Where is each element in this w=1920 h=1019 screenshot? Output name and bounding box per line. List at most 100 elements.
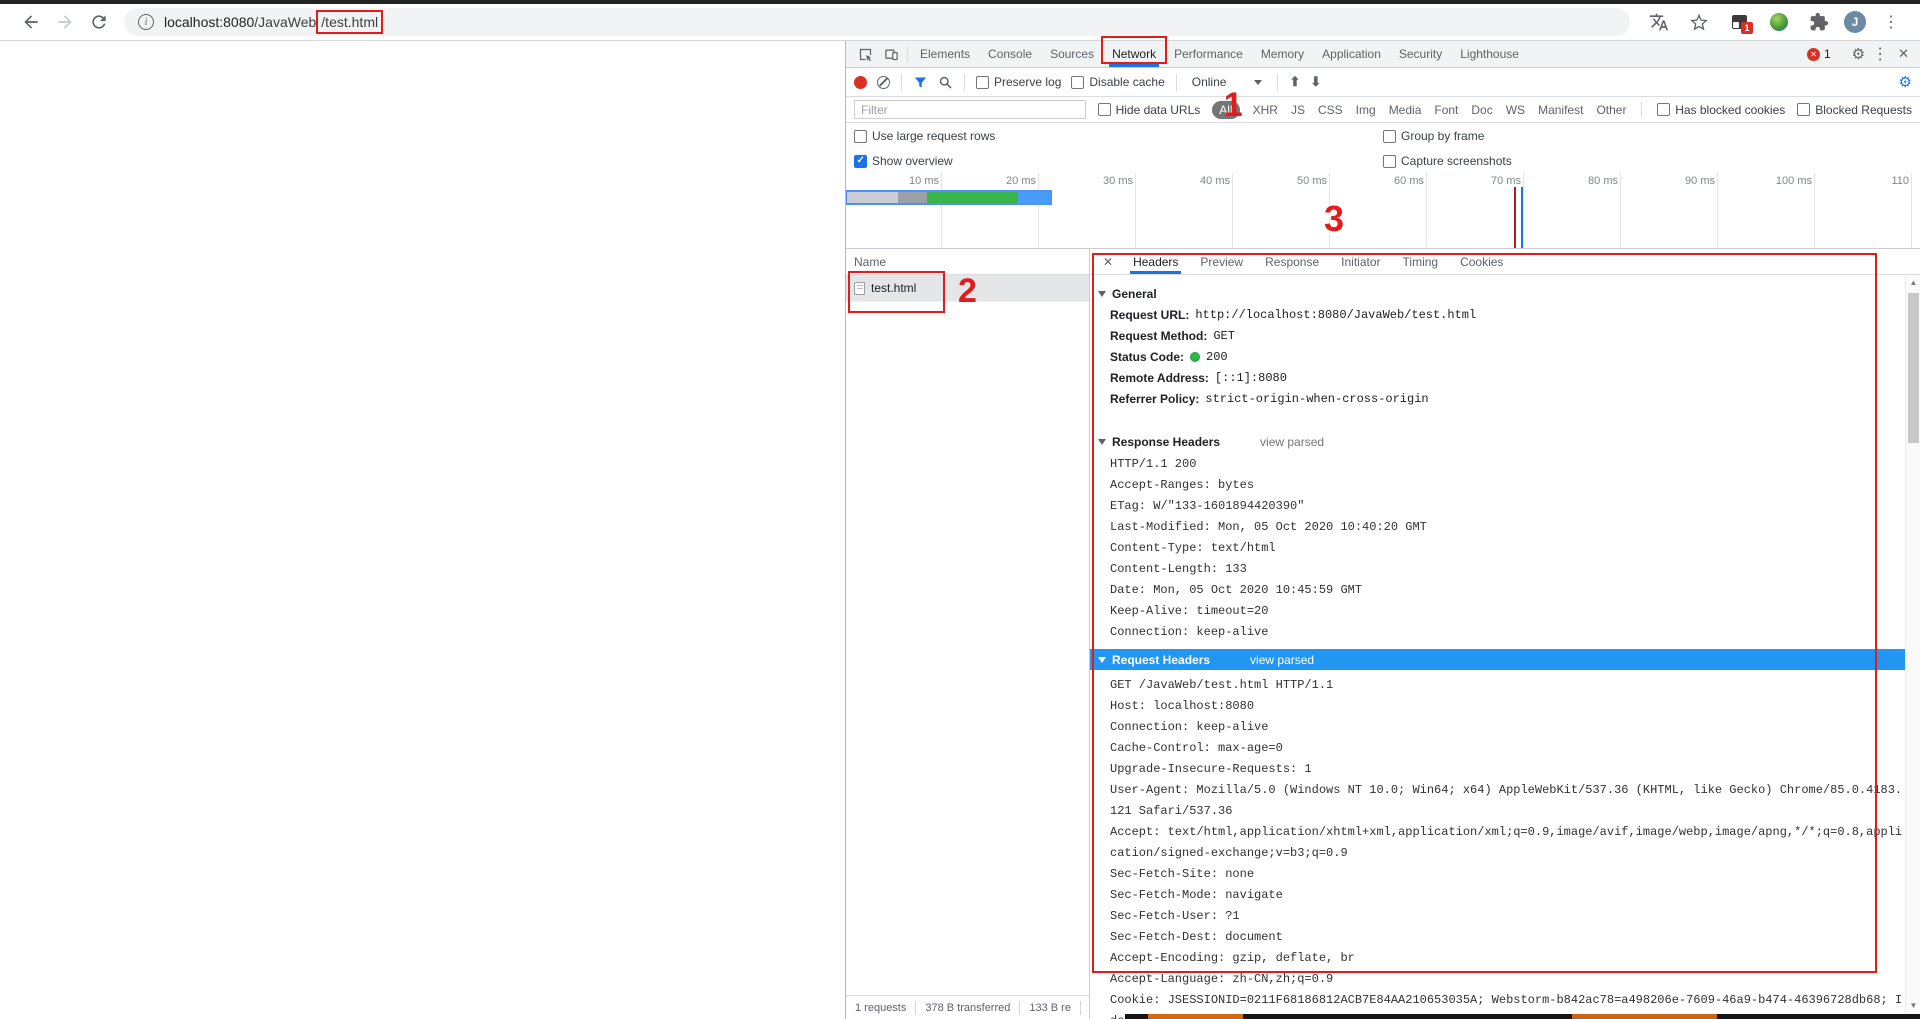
scroll-up-icon[interactable]: ▲: [1906, 275, 1920, 290]
inspect-element-icon[interactable]: [852, 41, 878, 67]
extensions-puzzle-icon[interactable]: [1804, 8, 1834, 36]
raw-header-line: Content-Length: 133: [1110, 562, 1247, 576]
reload-button[interactable]: [82, 8, 116, 36]
resource-type-filter[interactable]: XHR: [1253, 103, 1278, 117]
bookmark-star-icon[interactable]: [1684, 8, 1714, 36]
url-host: localhost:8080: [164, 14, 255, 30]
header-field-name: Referrer Policy:: [1110, 391, 1200, 406]
resource-type-filter[interactable]: CSS: [1318, 103, 1343, 117]
resource-type-filter[interactable]: WS: [1506, 103, 1525, 117]
details-tab[interactable]: Response: [1254, 249, 1330, 274]
request-headers-section-header[interactable]: Request Headers view parsed: [1090, 649, 1905, 670]
show-overview-checkbox[interactable]: Show overview: [854, 154, 1383, 168]
network-overview-timeline[interactable]: 10 ms 20 ms 30 ms 40 ms 50 ms 60 ms 70 m…: [846, 173, 1920, 249]
divider: [1277, 73, 1279, 91]
group-by-frame-checkbox[interactable]: Group by frame: [1383, 129, 1912, 143]
devtools-tab[interactable]: Sources: [1041, 41, 1103, 67]
use-large-request-rows-checkbox[interactable]: Use large request rows: [854, 129, 1383, 143]
general-title: General: [1112, 286, 1157, 301]
header-field-value: http://localhost:8080/JavaWeb/test.html: [1195, 307, 1477, 322]
raw-header-line: User-Agent: Mozilla/5.0 (Windows NT 10.0…: [1110, 783, 1903, 818]
disable-cache-checkbox[interactable]: Disable cache: [1071, 75, 1165, 89]
network-summary-footer: 1 requests 378 B transferred 133 B re: [846, 995, 1089, 1019]
forward-button[interactable]: [48, 8, 82, 36]
devtools-tab[interactable]: Network: [1101, 36, 1168, 67]
devtools-tab[interactable]: Console: [979, 41, 1041, 67]
resource-type-filter[interactable]: Other: [1596, 103, 1626, 117]
waterfall-stalled-segment: [898, 192, 927, 203]
scrollbar-thumb[interactable]: [1908, 293, 1919, 443]
details-tab[interactable]: Preview: [1189, 249, 1254, 274]
device-toolbar-icon[interactable]: [878, 41, 904, 67]
show-overview-label: Show overview: [872, 154, 953, 168]
details-scrollbar[interactable]: ▲ ▼: [1905, 275, 1920, 1019]
waterfall-waiting-segment: [927, 192, 1018, 203]
back-button[interactable]: [14, 8, 48, 36]
has-blocked-cookies-checkbox[interactable]: Has blocked cookies: [1657, 103, 1785, 117]
resource-type-filter[interactable]: Img: [1356, 103, 1376, 117]
timeline-gridline: 110: [1891, 173, 1912, 248]
disable-cache-label: Disable cache: [1089, 75, 1165, 89]
devtools-tabbar: Elements Console Sources Network Perform…: [846, 36, 1920, 68]
profile-avatar[interactable]: J: [1844, 11, 1866, 33]
devtools-menu-icon[interactable]: ⋮: [1872, 44, 1888, 64]
filter-funnel-icon[interactable]: [913, 75, 928, 90]
search-icon[interactable]: [938, 75, 953, 90]
checkbox-icon: [1383, 129, 1396, 143]
console-error-badge[interactable]: ✕ 1: [1806, 47, 1831, 61]
view-parsed-link[interactable]: view parsed: [1260, 435, 1324, 449]
idm-extension-icon[interactable]: [1764, 8, 1794, 36]
blocked-requests-checkbox[interactable]: Blocked Requests: [1797, 103, 1912, 117]
timeline-gridline: 100 ms: [1776, 173, 1815, 248]
divider: [1641, 102, 1643, 117]
resource-type-filter[interactable]: Manifest: [1538, 103, 1583, 117]
devtools-tab[interactable]: Lighthouse: [1451, 41, 1528, 67]
resource-type-filter[interactable]: Doc: [1471, 103, 1492, 117]
page-info-icon[interactable]: i: [138, 14, 154, 30]
devtools-tab[interactable]: Security: [1390, 41, 1451, 67]
summary-item: 133 B re: [1020, 1000, 1081, 1015]
has-blocked-cookies-label: Has blocked cookies: [1675, 102, 1786, 117]
resource-type-filter[interactable]: Media: [1389, 103, 1422, 117]
export-har-icon[interactable]: ⬇: [1310, 74, 1321, 90]
resource-type-filter[interactable]: JS: [1291, 103, 1305, 117]
blocked-requests-label: Blocked Requests: [1815, 102, 1912, 117]
devtools-tab[interactable]: Elements: [911, 41, 979, 67]
preserve-log-checkbox[interactable]: Preserve log: [976, 75, 1061, 89]
capture-screenshots-checkbox[interactable]: Capture screenshots: [1383, 154, 1912, 168]
general-section-header[interactable]: General: [1098, 283, 1905, 304]
translate-icon[interactable]: [1644, 8, 1674, 36]
view-parsed-link[interactable]: view parsed: [1250, 653, 1314, 667]
details-tab[interactable]: Cookies: [1449, 249, 1514, 274]
timeline-tick-label: 70 ms: [1491, 175, 1521, 187]
devtools-close-icon[interactable]: ✕: [1895, 46, 1912, 62]
import-har-icon[interactable]: ⬆: [1289, 74, 1300, 90]
close-details-icon[interactable]: ✕: [1094, 249, 1122, 274]
response-headers-section-header[interactable]: Response Headers view parsed: [1098, 431, 1905, 452]
raw-header-line: Connection: keep-alive: [1110, 720, 1269, 734]
timeline-tick-label: 80 ms: [1588, 175, 1618, 187]
waterfall-queueing-segment: [847, 192, 898, 203]
extension-icon-with-badge[interactable]: 1: [1724, 8, 1754, 36]
resource-type-filter[interactable]: Font: [1434, 103, 1458, 117]
devtools-settings-icon[interactable]: ⚙: [1852, 45, 1865, 63]
network-settings-gear-icon[interactable]: ⚙: [1899, 73, 1912, 91]
error-icon: ✕: [1806, 47, 1820, 61]
header-field-name: Request URL:: [1110, 307, 1190, 322]
scroll-down-icon[interactable]: ▼: [1906, 998, 1920, 1013]
browser-menu-icon[interactable]: ⋮: [1876, 8, 1906, 36]
details-tab[interactable]: Initiator: [1330, 249, 1391, 274]
devtools-tab[interactable]: Memory: [1252, 41, 1313, 67]
devtools-tab[interactable]: Application: [1313, 41, 1390, 67]
filter-input[interactable]: [854, 100, 1086, 119]
hide-data-urls-checkbox[interactable]: Hide data URLs: [1097, 103, 1200, 117]
annotation-number-3: 3: [1324, 198, 1345, 239]
record-network-log-button[interactable]: [854, 75, 867, 89]
waterfall-bar[interactable]: [847, 192, 1050, 203]
throttling-dropdown[interactable]: Online 1: [1188, 75, 1267, 122]
details-tab[interactable]: Timing: [1392, 249, 1450, 274]
address-bar[interactable]: i localhost:8080/JavaWeb/test.html: [124, 8, 1630, 36]
clear-network-log-icon[interactable]: [877, 75, 890, 89]
details-tab[interactable]: Headers: [1122, 249, 1189, 274]
devtools-tab[interactable]: Performance: [1165, 41, 1252, 67]
